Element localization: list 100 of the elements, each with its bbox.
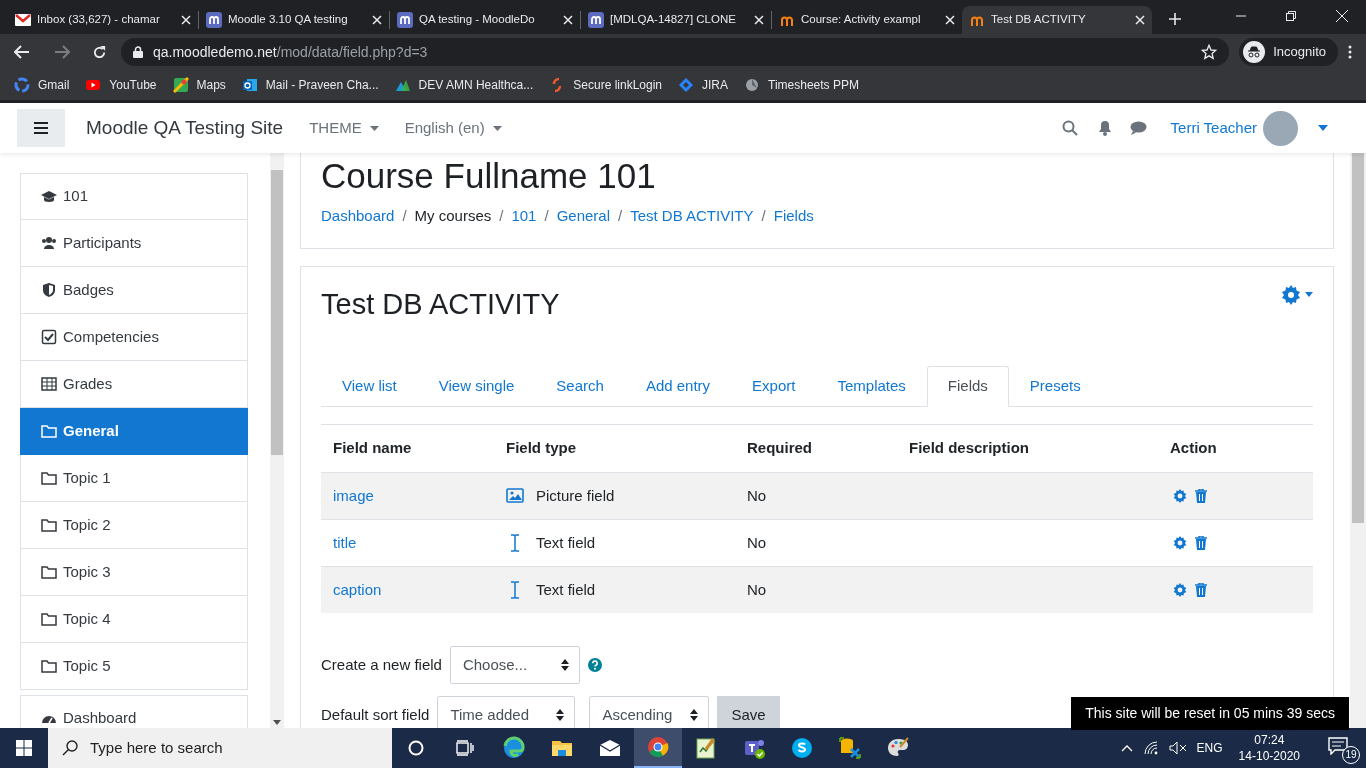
save-button[interactable]: Save — [717, 695, 780, 728]
taskbar-search-field[interactable]: Type here to search — [48, 728, 392, 768]
trash-icon[interactable] — [1195, 535, 1207, 550]
moodle-logo-icon — [206, 12, 222, 28]
sidebar-item[interactable]: Topic 1 — [20, 455, 248, 502]
back-arrow-icon[interactable] — [14, 45, 30, 59]
settings-icon[interactable] — [1173, 535, 1187, 550]
select-field[interactable]: Ascending — [589, 695, 710, 728]
star-icon[interactable] — [1201, 44, 1218, 60]
sidebar-item[interactable]: Participants — [20, 220, 248, 267]
scrollbar-thumb[interactable] — [1352, 153, 1364, 523]
moodle-logo-icon — [588, 12, 604, 28]
language-indicator[interactable]: ENG — [1196, 739, 1223, 757]
help-icon[interactable] — [587, 657, 602, 672]
windows-start-icon[interactable] — [16, 740, 32, 756]
tab[interactable]: Export — [731, 366, 817, 407]
scrollbar-track[interactable] — [1350, 153, 1366, 728]
breadcrumb-link[interactable]: Fields — [773, 205, 814, 228]
tab[interactable]: Fields — [926, 366, 1009, 407]
address-bar[interactable]: qa.moodledemo.net/mod/data/field.php?d=3 — [121, 38, 1230, 66]
volume-muted-icon[interactable] — [1168, 741, 1187, 755]
select-field[interactable]: Time added — [437, 695, 576, 728]
tab[interactable]: View list — [321, 366, 418, 407]
close-icon[interactable] — [1135, 15, 1145, 25]
user-name-link[interactable]: Terri Teacher — [1170, 116, 1257, 140]
cortana-circle-icon[interactable] — [408, 740, 424, 756]
chat-bubble-icon[interactable] — [1129, 121, 1147, 135]
breadcrumb-link[interactable]: Test DB ACTIVITY — [630, 205, 754, 228]
sidebar-item[interactable]: Grades — [20, 361, 248, 408]
close-icon[interactable] — [1336, 10, 1348, 22]
sidebar-item[interactable]: Badges — [20, 267, 248, 314]
reload-icon[interactable] — [92, 44, 107, 60]
tab[interactable]: Search — [535, 366, 625, 407]
sidebar-item[interactable]: Topic 2 — [20, 502, 248, 549]
scrollbar-thumb[interactable] — [271, 170, 283, 455]
bookmark-link[interactable]: DEV AMN Healthca... — [394, 76, 534, 94]
site-name[interactable]: Moodle QA Testing Site — [86, 113, 284, 143]
select-field[interactable]: Choose... — [449, 645, 580, 684]
forward-arrow-icon[interactable] — [54, 45, 70, 59]
bookmark-icon — [172, 77, 189, 93]
close-icon[interactable] — [372, 15, 382, 25]
sidebar-item[interactable]: Topic 5 — [20, 643, 248, 690]
wifi-icon[interactable] — [1142, 741, 1159, 755]
task-view-icon[interactable] — [456, 740, 474, 756]
bookmark-link[interactable]: Timesheets PPM — [744, 76, 859, 94]
bookmark-link[interactable]: Secure linkLogin — [549, 76, 662, 94]
browser-tab[interactable]: Test DB ACTIVITY — [962, 6, 1152, 34]
close-icon[interactable] — [754, 15, 764, 25]
browser-tab[interactable]: [MDLQA-14827] CLONE — [581, 6, 771, 34]
tab[interactable]: Templates — [816, 366, 927, 407]
notification-center-button[interactable]: 19 — [1328, 732, 1360, 764]
bookmark-link[interactable]: Mail - Praveen Cha... — [241, 76, 379, 94]
scrollbar-track[interactable] — [270, 153, 284, 728]
bookmark-link[interactable]: JIRA — [678, 76, 729, 94]
breadcrumb-link[interactable]: 101 — [511, 205, 537, 228]
bookmark-link[interactable]: Maps — [172, 76, 226, 94]
field-name-link[interactable]: image — [333, 486, 374, 504]
trash-icon[interactable] — [1195, 488, 1207, 503]
more-menu-icon[interactable] — [1348, 45, 1352, 59]
field-name-link[interactable]: caption — [333, 580, 382, 598]
tab[interactable]: Presets — [1008, 366, 1102, 407]
settings-menu-toggle[interactable] — [1281, 284, 1313, 305]
scroll-down-arrow-icon[interactable] — [273, 720, 281, 725]
caret-icon[interactable] — [1318, 125, 1328, 131]
close-icon[interactable] — [563, 15, 573, 25]
trash-icon[interactable] — [1195, 582, 1207, 597]
dropdown-menu-toggle[interactable]: THEME — [309, 116, 379, 140]
course-title: Course Fullname 101 — [321, 155, 657, 197]
new-tab-icon[interactable] — [1168, 12, 1182, 26]
tab[interactable]: View single — [417, 366, 536, 407]
restore-icon[interactable] — [1286, 11, 1296, 21]
sidebar-item[interactable]: Topic 4 — [20, 596, 248, 643]
sidebar-item[interactable]: Competencies — [20, 314, 248, 361]
browser-tab[interactable]: Course: Activity exampl — [772, 6, 962, 34]
menu-toggle-button[interactable] — [17, 109, 65, 147]
notification-bell-icon[interactable] — [1097, 120, 1112, 136]
clock[interactable]: 07:24 14-10-2020 — [1238, 731, 1300, 765]
tab[interactable]: Add entry — [624, 366, 732, 407]
browser-tab[interactable]: Moodle 3.10 QA testing — [199, 6, 389, 34]
bookmark-link[interactable]: Gmail — [14, 76, 70, 94]
sidebar-item[interactable]: Dashboard — [20, 695, 248, 728]
profile-chip[interactable]: Incognito — [1239, 38, 1338, 66]
sidebar-item[interactable]: 101 — [20, 173, 248, 220]
breadcrumb-link[interactable]: General — [556, 205, 610, 228]
close-icon[interactable] — [181, 15, 191, 25]
settings-icon[interactable] — [1173, 582, 1187, 597]
close-icon[interactable] — [945, 15, 955, 25]
dropdown-menu-toggle[interactable]: English (en) — [404, 116, 502, 140]
browser-tab[interactable]: QA testing - MoodleDo — [390, 6, 580, 34]
field-name-link[interactable]: title — [333, 533, 357, 551]
browser-tab[interactable]: Inbox (33,627) - chamar — [8, 6, 198, 34]
breadcrumb-link[interactable]: Dashboard — [321, 205, 395, 228]
settings-icon[interactable] — [1173, 488, 1187, 503]
sidebar-item[interactable]: General — [20, 408, 248, 455]
breadcrumb-separator: / — [402, 206, 407, 226]
url-text[interactable]: qa.moodledemo.net/mod/data/field.php?d=3 — [153, 41, 1192, 63]
search-icon[interactable] — [1061, 120, 1078, 136]
chevron-up-icon[interactable] — [1120, 744, 1133, 752]
bookmark-link[interactable]: YouTube — [85, 76, 157, 94]
sidebar-item[interactable]: Topic 3 — [20, 549, 248, 596]
